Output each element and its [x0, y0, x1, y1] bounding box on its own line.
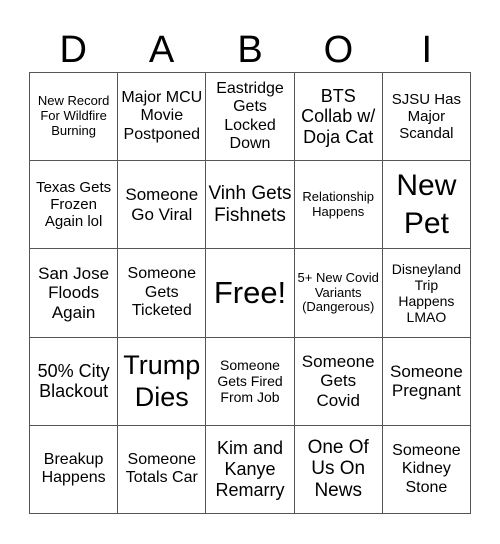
bingo-cell[interactable]: Texas Gets Frozen Again lol — [30, 161, 119, 250]
bingo-cell[interactable]: Trump Dies — [118, 337, 207, 426]
bingo-cell[interactable]: San Jose Floods Again — [30, 249, 119, 338]
bingo-cell[interactable]: Kim and Kanye Remarry — [206, 425, 295, 514]
bingo-grid: New Record For Wildfire Burning Major MC… — [29, 72, 471, 514]
bingo-cell[interactable]: Major MCU Movie Postponed — [118, 73, 207, 162]
bingo-cell[interactable]: Vinh Gets Fishnets — [206, 161, 295, 250]
bingo-header: D A B O I — [29, 28, 471, 72]
free-space[interactable]: Free! — [206, 249, 295, 338]
bingo-cell[interactable]: Someone Gets Fired From Job — [206, 337, 295, 426]
header-letter: B — [237, 29, 263, 71]
bingo-cell[interactable]: Someone Kidney Stone — [382, 425, 471, 514]
bingo-cell[interactable]: Someone Pregnant — [382, 337, 471, 426]
bingo-cell[interactable]: Someone Gets Ticketed — [118, 249, 207, 338]
bingo-cell[interactable]: Eastridge Gets Locked Down — [206, 73, 295, 162]
header-letter: I — [421, 29, 433, 71]
bingo-cell[interactable]: New Pet — [382, 161, 471, 250]
bingo-cell[interactable]: Disneyland Trip Happens LMAO — [382, 249, 471, 338]
bingo-cell[interactable]: BTS Collab w/ Doja Cat — [294, 73, 383, 162]
bingo-cell[interactable]: New Record For Wildfire Burning — [30, 73, 119, 162]
header-letter: O — [323, 29, 354, 71]
bingo-cell[interactable]: Breakup Happens — [30, 425, 119, 514]
bingo-cell[interactable]: Someone Totals Car — [118, 425, 207, 514]
bingo-cell[interactable]: Someone Go Viral — [118, 161, 207, 250]
header-letter: A — [148, 29, 175, 71]
bingo-cell[interactable]: 50% City Blackout — [30, 337, 119, 426]
bingo-cell[interactable]: One Of Us On News — [294, 425, 383, 514]
bingo-cell[interactable]: SJSU Has Major Scandal — [382, 73, 471, 162]
bingo-cell[interactable]: 5+ New Covid Variants (Dangerous) — [294, 249, 383, 338]
header-letter: D — [59, 29, 87, 71]
bingo-cell[interactable]: Someone Gets Covid — [294, 337, 383, 426]
bingo-cell[interactable]: Relationship Happens — [294, 161, 383, 250]
